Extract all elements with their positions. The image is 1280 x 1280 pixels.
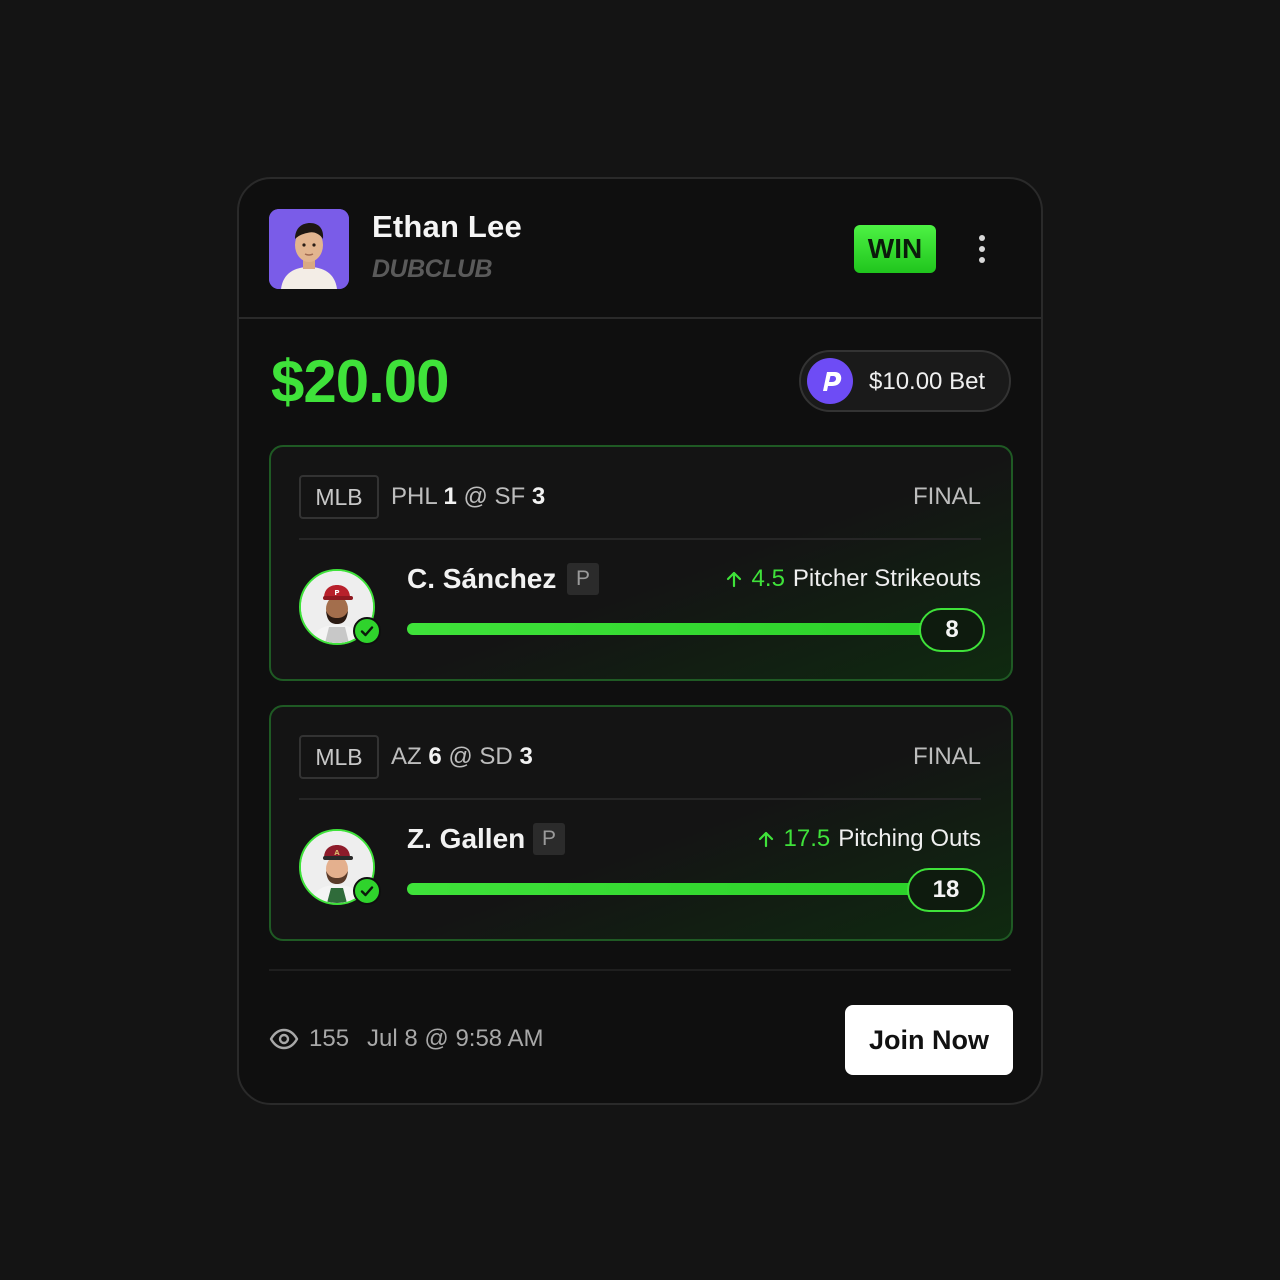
player-name[interactable]: C. Sánchez [407,563,556,595]
svg-text:P: P [334,589,339,597]
user-avatar[interactable] [269,209,349,289]
bet-leg[interactable]: MLB AZ 6 @ SD 3 FINAL A Z. Gallen P 17.5… [269,705,1013,941]
prop-stat: Pitcher Strikeouts [792,565,981,592]
result-value: 8 [919,608,985,652]
leg-divider [299,538,981,540]
result-value: 18 [907,868,985,912]
post-timestamp: Jul 8 @ 9:58 AM [367,1025,544,1052]
check-icon [353,877,381,905]
arrow-up-icon [758,831,773,848]
leg-divider [299,798,981,800]
bet-amount-pill[interactable]: $10.00 Bet [799,350,1011,412]
more-vertical-icon[interactable] [967,231,997,267]
prop-line: 17.5 Pitching Outs [756,825,981,853]
svg-text:A: A [334,849,340,857]
arrow-up-icon [726,571,741,588]
player-avatar: A [299,829,381,905]
league-tag: MLB [299,735,379,779]
payout-amount: $20.00 [271,348,450,415]
card-header: Ethan Lee DUBCLUB WIN [239,179,1041,319]
view-count: 155 [309,1025,350,1052]
win-badge: WIN [854,225,936,273]
player-avatar: P [299,569,381,645]
prop-stat: Pitching Outs [838,825,981,852]
league-tag: MLB [299,475,379,519]
bet-card: Ethan Lee DUBCLUB WIN $20.00 $10.00 Bet … [237,177,1043,1105]
position-tag: P [533,823,565,855]
post-meta: 155 Jul 8 @ 9:58 AM [269,1025,544,1053]
user-name[interactable]: Ethan Lee [372,209,522,245]
check-icon [353,617,381,645]
player-name[interactable]: Z. Gallen [407,823,525,855]
dubclub-logo: DUBCLUB [372,255,493,283]
prop-value: 17.5 [783,825,831,852]
position-tag: P [567,563,599,595]
prop-line: 4.5 Pitcher Strikeouts [724,565,981,593]
game-matchup: AZ 6 @ SD 3 [391,743,533,770]
prizepicks-logo-icon [807,358,853,404]
game-status: FINAL [912,483,981,510]
join-now-button[interactable]: Join Now [845,1005,1013,1075]
bet-leg[interactable]: MLB PHL 1 @ SF 3 FINAL P C. Sánchez P 4.… [269,445,1013,681]
game-status: FINAL [912,743,981,770]
prop-value: 4.5 [751,565,785,592]
eye-icon [269,1028,299,1050]
footer-divider [269,969,1011,971]
progress-bar [407,623,937,635]
progress-bar [407,883,921,895]
bet-amount: $10.00 Bet [869,368,986,395]
game-matchup: PHL 1 @ SF 3 [391,483,546,510]
